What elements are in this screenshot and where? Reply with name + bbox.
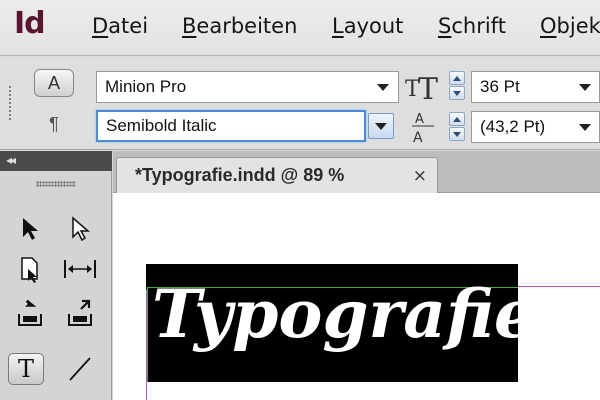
font-size-spinner[interactable] — [448, 70, 466, 102]
tools-grip-icon[interactable] — [36, 181, 76, 187]
menu-objekt[interactable]: Objek — [540, 14, 600, 38]
menu-layout-mnemonic: L — [332, 14, 344, 38]
type-tool-icon[interactable]: T — [8, 353, 44, 385]
leading-spinner[interactable] — [448, 111, 466, 143]
leading-dropdown-arrow-icon[interactable] — [574, 113, 596, 141]
menu-datei-label: atei — [108, 14, 149, 38]
line-tool-icon[interactable] — [62, 353, 98, 385]
headline-text[interactable]: Typografie — [152, 275, 536, 353]
app-logo: Id — [14, 6, 46, 41]
leading-down-icon[interactable] — [449, 127, 465, 141]
menu-bearbeiten[interactable]: Bearbeiten — [182, 14, 297, 38]
menu-schrift[interactable]: Schrift — [438, 14, 506, 38]
menu-layout[interactable]: Layout — [332, 14, 403, 38]
tools-panel-header: ◂◂ — [0, 151, 112, 171]
page-tool-icon[interactable] — [12, 253, 48, 285]
font-size-icon: T T — [405, 70, 441, 107]
document-tab-bar: *Typografie.indd @ 89 % × — [113, 151, 600, 193]
menu-schrift-mnemonic: S — [438, 14, 452, 38]
panel-grip-icon[interactable] — [8, 85, 12, 121]
tab-typografie[interactable]: *Typografie.indd @ 89 % × — [116, 157, 438, 193]
font-style-dropdown-arrow-icon[interactable] — [368, 113, 394, 139]
paragraph-mode-button[interactable]: ¶ — [34, 111, 74, 139]
collapse-icon[interactable]: ◂◂ — [6, 153, 16, 167]
svg-text:A: A — [413, 130, 423, 145]
gap-tool-icon[interactable] — [62, 253, 98, 285]
font-size-dropdown-arrow-icon[interactable] — [574, 73, 596, 101]
menu-layout-label: ayout — [343, 14, 404, 38]
menu-datei-mnemonic: D — [92, 14, 109, 38]
font-style-field[interactable]: Semibold Italic — [96, 110, 366, 142]
type-tool-glyph: T — [17, 355, 34, 383]
menu-bearbeiten-label: earbeiten — [196, 14, 298, 38]
margin-guide-vertical — [146, 290, 147, 400]
content-collector-icon[interactable] — [12, 297, 48, 329]
leading-up-icon[interactable] — [449, 112, 465, 126]
menu-objekt-mnemonic: O — [540, 14, 557, 38]
tools-panel: ◂◂ T — [0, 151, 112, 400]
font-family-field[interactable]: Minion Pro — [96, 71, 399, 103]
svg-text:A: A — [415, 112, 424, 127]
menu-bar: Id Datei Bearbeiten Layout Schrift Objek — [0, 0, 600, 56]
menu-bearbeiten-mnemonic: B — [182, 14, 197, 38]
leading-icon: A A — [409, 109, 439, 146]
svg-text:T: T — [418, 72, 438, 102]
direct-selection-tool-icon[interactable] — [62, 213, 98, 245]
font-size-up-icon[interactable] — [449, 71, 465, 85]
menu-objekt-label: bjek — [556, 14, 600, 38]
font-family-dropdown-arrow-icon[interactable] — [372, 73, 394, 101]
selection-tool-icon[interactable] — [12, 213, 48, 245]
character-mode-button[interactable]: A — [34, 69, 74, 97]
control-panel: A ¶ Minion Pro Semibold Italic T T A A 3… — [0, 57, 600, 150]
tab-title: *Typografie.indd @ 89 % — [135, 165, 345, 185]
menu-datei[interactable]: Datei — [92, 14, 148, 38]
menu-schrift-label: chrift — [451, 14, 506, 38]
close-icon[interactable]: × — [413, 166, 427, 186]
content-placer-icon[interactable] — [62, 297, 98, 329]
font-size-down-icon[interactable] — [449, 86, 465, 100]
